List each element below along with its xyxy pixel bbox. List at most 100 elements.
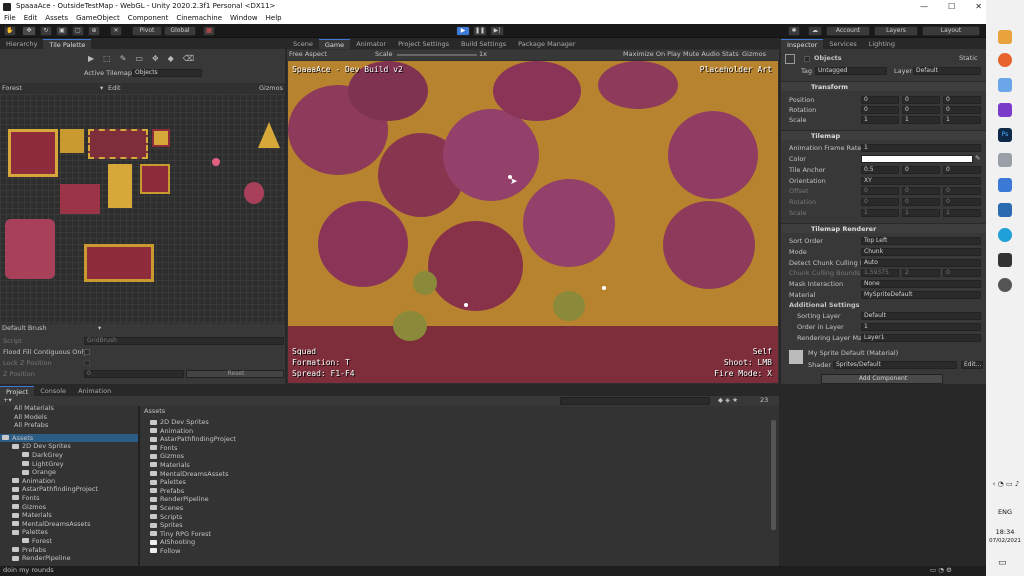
- asset-item[interactable]: Palettes: [160, 478, 186, 486]
- palette-tile-tree-tops[interactable]: [5, 219, 55, 279]
- asset-item[interactable]: Sprites: [160, 521, 183, 529]
- layers-dropdown[interactable]: Layers: [874, 26, 918, 36]
- tree-item[interactable]: AstarPathfindingProject: [22, 485, 98, 493]
- clock-time[interactable]: 18:34: [986, 528, 1024, 536]
- palette-tile-wall[interactable]: [60, 184, 100, 214]
- position-z-field[interactable]: 0: [943, 96, 981, 104]
- palette-tile-bush[interactable]: [244, 182, 264, 204]
- material-field[interactable]: MySpriteDefault: [861, 291, 981, 299]
- app-icon[interactable]: [998, 203, 1012, 217]
- additional-settings-label[interactable]: Additional Settings: [789, 301, 860, 310]
- snap-icon[interactable]: ▦: [203, 26, 215, 36]
- eyedropper-icon[interactable]: ✎: [975, 154, 980, 163]
- rotation-x-field[interactable]: 0: [861, 106, 899, 114]
- flood-fill-checkbox[interactable]: [84, 349, 90, 355]
- palette-gizmos-button[interactable]: Gizmos: [259, 84, 283, 93]
- tree-item[interactable]: Orange: [32, 468, 56, 476]
- menu-help[interactable]: Help: [266, 13, 282, 24]
- asset-item[interactable]: RenderPipeline: [160, 495, 209, 503]
- rect-tool-icon[interactable]: ▢: [72, 26, 84, 36]
- folder-app-icon[interactable]: [998, 30, 1012, 44]
- asset-item[interactable]: Prefabs: [160, 487, 184, 495]
- palette-tile-flower[interactable]: [212, 158, 220, 166]
- photoshop-icon[interactable]: Ps: [998, 128, 1012, 142]
- shader-edit-button[interactable]: Edit...: [961, 361, 983, 369]
- transform-tool-icon[interactable]: ⊕: [88, 26, 100, 36]
- unity-hub-icon[interactable]: [998, 278, 1012, 292]
- tab-hierarchy[interactable]: Hierarchy: [0, 39, 43, 49]
- position-y-field[interactable]: 0: [902, 96, 940, 104]
- minimize-button[interactable]: —: [920, 0, 928, 13]
- tray-icons[interactable]: ‹ ◔ ▭ ♪: [990, 480, 1022, 488]
- language-indicator[interactable]: ENG: [986, 508, 1024, 516]
- menu-component[interactable]: Component: [128, 13, 169, 24]
- asset-item[interactable]: AstarPathfindingProject: [160, 435, 236, 443]
- lock-z-checkbox[interactable]: [84, 360, 90, 366]
- tree-item[interactable]: DarkGrey: [32, 451, 63, 459]
- maximize-button[interactable]: ☐: [948, 0, 955, 13]
- tree-item[interactable]: LightGrey: [32, 460, 64, 468]
- gizmos-toggle[interactable]: Gizmos: [742, 50, 766, 59]
- game-view[interactable]: ➤ SpaaaAce - Dev Build v2 Placeholder Ar…: [288, 61, 778, 383]
- position-x-field[interactable]: 0: [861, 96, 899, 104]
- palette-tile-red-carpet[interactable]: [8, 129, 58, 177]
- asset-item[interactable]: Follow: [160, 547, 180, 555]
- custom-tool-icon[interactable]: ✕: [110, 26, 122, 36]
- menu-gameobject[interactable]: GameObject: [76, 13, 120, 24]
- tab-tile-palette[interactable]: Tile Palette: [43, 39, 92, 49]
- play-button[interactable]: ▶: [456, 26, 470, 36]
- anchor-x-field[interactable]: 0.5: [861, 166, 899, 174]
- tag-dropdown[interactable]: Untagged: [815, 67, 887, 75]
- tab-build-settings[interactable]: Build Settings: [455, 39, 512, 49]
- layer-dropdown[interactable]: Default: [913, 67, 981, 75]
- notification-icon[interactable]: ▭: [998, 558, 1007, 568]
- tilemap-header[interactable]: Tilemap: [781, 130, 986, 140]
- asset-item[interactable]: MentalDreamsAssets: [160, 470, 228, 478]
- menu-cinemachine[interactable]: Cinemachine: [176, 13, 222, 24]
- favorite-item[interactable]: All Models: [0, 413, 138, 422]
- tab-project-settings[interactable]: Project Settings: [392, 39, 455, 49]
- tree-divider[interactable]: [138, 406, 140, 566]
- tree-item[interactable]: Animation: [22, 477, 55, 485]
- tab-package-manager[interactable]: Package Manager: [512, 39, 582, 49]
- breadcrumb[interactable]: Assets: [144, 407, 165, 416]
- aspect-dropdown[interactable]: Free Aspect: [289, 50, 327, 59]
- tree-item[interactable]: MentalDreamsAssets: [22, 520, 90, 528]
- asset-item[interactable]: AIShooting: [160, 538, 195, 546]
- anim-rate-field[interactable]: 1: [861, 144, 981, 152]
- palette-tile-tent[interactable]: [258, 122, 280, 148]
- app-icon[interactable]: [998, 178, 1012, 192]
- tab-console[interactable]: Console: [34, 386, 72, 396]
- tree-item[interactable]: Prefabs: [22, 546, 46, 554]
- palette-tile-chest[interactable]: [152, 129, 170, 147]
- scale-slider[interactable]: [397, 54, 477, 56]
- tab-project[interactable]: Project: [0, 386, 35, 396]
- asset-item[interactable]: Gizmos: [160, 452, 184, 460]
- rotate-tool-icon[interactable]: ↻: [40, 26, 52, 36]
- active-tilemap-dropdown[interactable]: Objects: [132, 69, 202, 77]
- palette-tile-sand[interactable]: [108, 164, 132, 208]
- asset-item[interactable]: 2D Dev Sprites: [160, 418, 209, 426]
- asset-item[interactable]: Fonts: [160, 444, 178, 452]
- clock-date[interactable]: 07/02/2021: [986, 538, 1024, 544]
- menu-window[interactable]: Window: [230, 13, 258, 24]
- asset-item[interactable]: Tiny RPG Forest: [160, 530, 211, 538]
- static-toggle[interactable]: Static: [959, 54, 978, 63]
- project-search-input[interactable]: [560, 397, 710, 405]
- move-tool-icon[interactable]: ✥: [22, 26, 36, 36]
- orientation-dropdown[interactable]: XY: [861, 177, 981, 185]
- asset-item[interactable]: Scenes: [160, 504, 183, 512]
- scale-tool-icon[interactable]: ▣: [56, 26, 68, 36]
- maximize-on-play-toggle[interactable]: Maximize On Play: [623, 50, 681, 59]
- cloud-icon[interactable]: ☁: [808, 26, 822, 36]
- tab-animation[interactable]: Animation: [72, 386, 117, 396]
- palette-tile-rug[interactable]: [140, 164, 170, 194]
- stats-toggle[interactable]: Stats: [722, 50, 739, 59]
- pause-button[interactable]: ❚❚: [473, 26, 487, 36]
- sort-order-dropdown[interactable]: Top Left: [861, 237, 981, 245]
- scale-z-field[interactable]: 1: [943, 116, 981, 124]
- asset-list-scrollbar[interactable]: [771, 420, 776, 530]
- tree-item[interactable]: Forest: [32, 537, 52, 545]
- anchor-z-field[interactable]: 0: [943, 166, 981, 174]
- mask-dropdown[interactable]: None: [861, 280, 981, 288]
